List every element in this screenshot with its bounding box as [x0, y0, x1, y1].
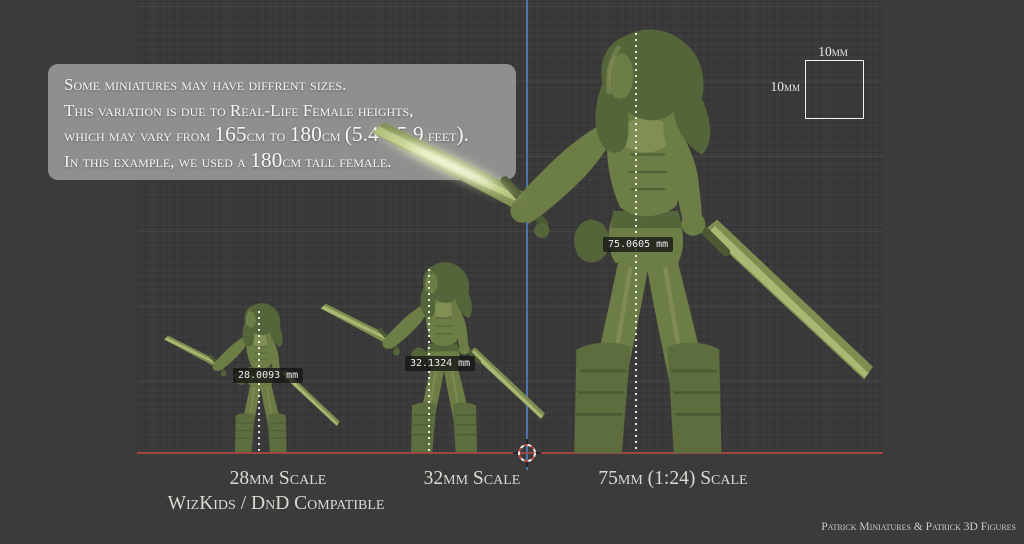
blender-viewport[interactable]: Some miniatures may have diffrent sizes.… — [0, 0, 1024, 544]
measurement-label-32mm: 32.1324 mm — [405, 356, 475, 371]
reference-square-side-label: 10mm — [770, 79, 800, 95]
sword-glare — [363, 116, 530, 211]
reference-square-top-label: 10mm — [818, 44, 848, 60]
scale-caption-28mm-compat: WizKids / DnD Compatible — [168, 493, 385, 515]
3d-cursor-icon[interactable] — [513, 439, 541, 467]
scale-caption-32mm: 32mm Scale — [424, 468, 521, 490]
measurement-label-75mm: 75.0605 mm — [603, 237, 673, 252]
brand-credit: Patrick Miniatures & Patrick 3D Figures — [821, 521, 1016, 533]
scale-caption-75mm: 75mm (1:24) Scale — [598, 468, 747, 490]
reference-square-10mm — [805, 60, 864, 119]
scale-caption-28mm: 28mm Scale — [230, 468, 327, 490]
measurement-label-28mm: 28.0093 mm — [233, 368, 303, 383]
